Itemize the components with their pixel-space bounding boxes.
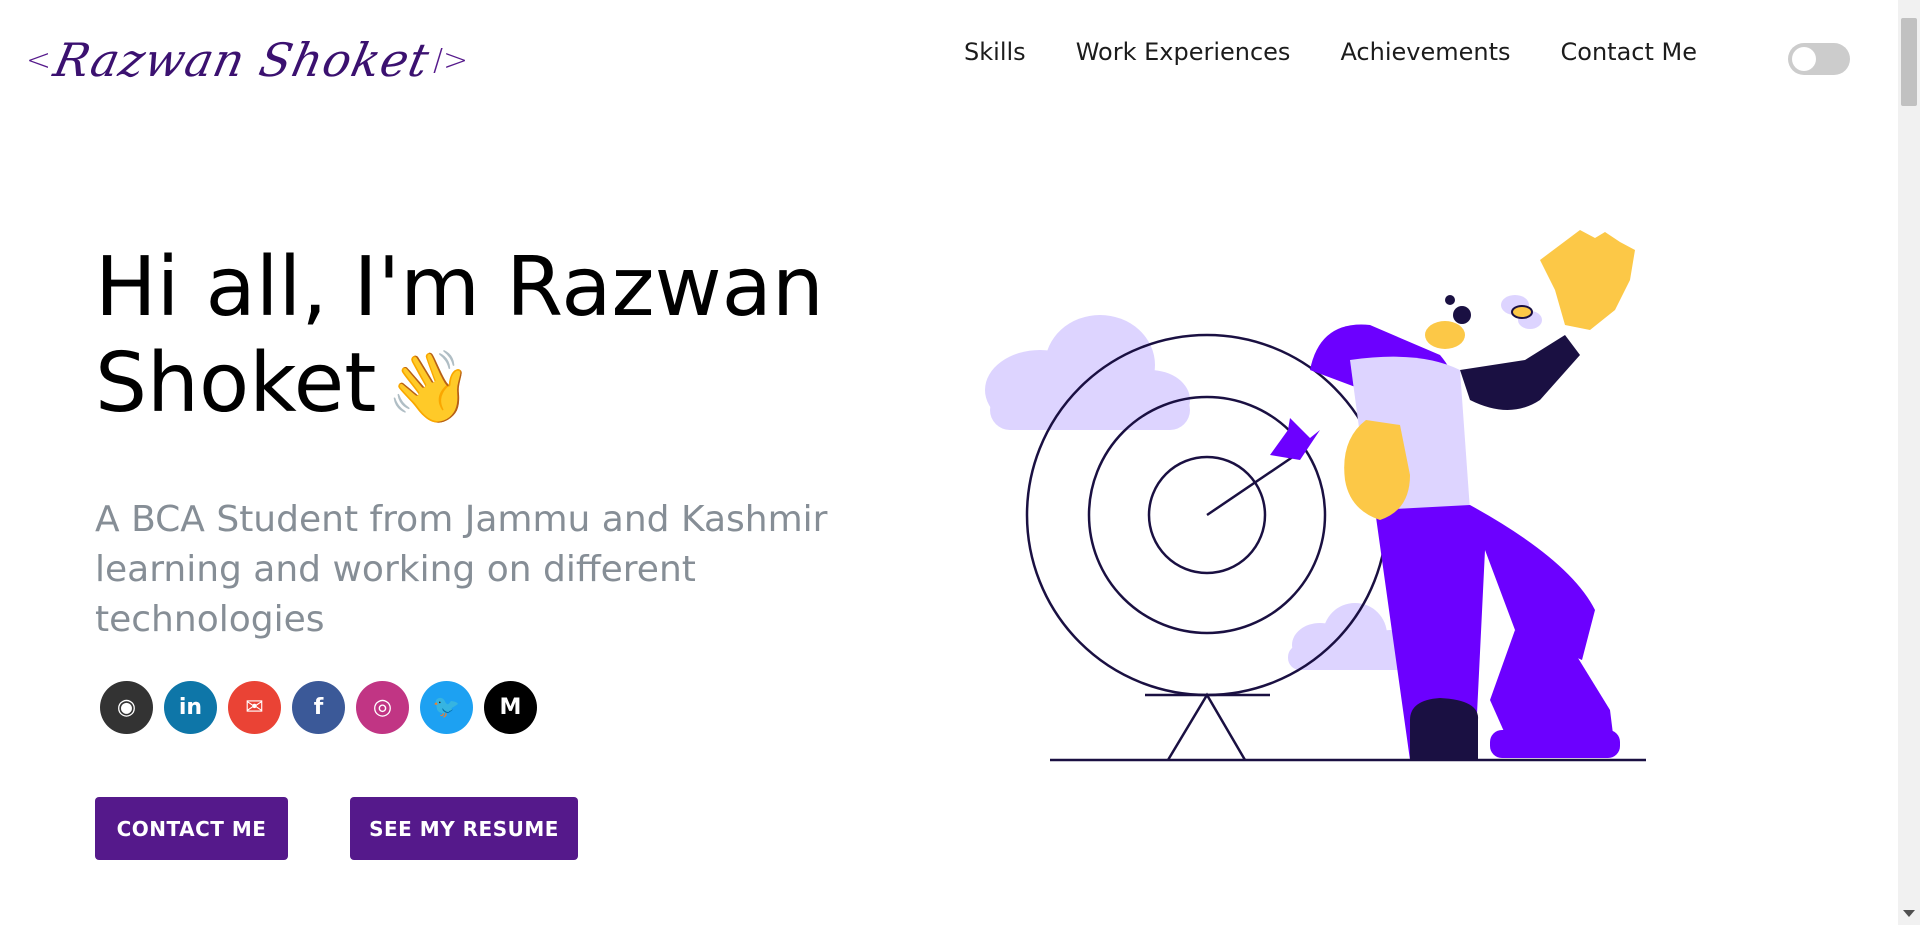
contact-me-button[interactable]: CONTACT ME (95, 797, 288, 860)
main-nav: Skills Work Experiences Achievements Con… (939, 38, 1722, 66)
page: < Razwan Shoket /> Skills Work Experienc… (0, 0, 1898, 925)
twitter-icon[interactable]: 🐦 (420, 681, 473, 734)
wave-emoji: 👋 (386, 346, 474, 428)
medium-icon[interactable]: M (484, 681, 537, 734)
logo-name: Razwan Shoket (49, 33, 435, 87)
page-scrollbar[interactable] (1898, 0, 1920, 925)
logo[interactable]: < Razwan Shoket /> (26, 30, 468, 90)
character (1310, 230, 1635, 760)
toggle-knob (1792, 47, 1816, 71)
hero-illustration (985, 230, 1646, 762)
github-icon[interactable]: ◉ (100, 681, 153, 734)
header: < Razwan Shoket /> Skills Work Experienc… (0, 0, 1898, 110)
scroll-down-arrow-icon[interactable] (1903, 910, 1915, 917)
greeting-title: Hi all, I'm Razwan Shoket 👋 (95, 240, 915, 435)
nav-item-work-experiences[interactable]: Work Experiences (1051, 38, 1316, 66)
nav-item-contact-me[interactable]: Contact Me (1536, 38, 1722, 66)
email-icon[interactable]: ✉ (228, 681, 281, 734)
facebook-icon[interactable]: f (292, 681, 345, 734)
scrollbar-thumb[interactable] (1901, 18, 1917, 106)
logo-open-bracket: < (26, 42, 52, 78)
nav-item-skills[interactable]: Skills (939, 38, 1051, 66)
greeting-subtitle: A BCA Student from Jammu and Kashmir lea… (95, 499, 828, 640)
nav-item-achievements[interactable]: Achievements (1315, 38, 1535, 66)
bee (1501, 295, 1542, 329)
cloud-large (985, 315, 1190, 430)
dark-mode-toggle[interactable] (1788, 43, 1850, 75)
social-links: ◉ in ✉ f ◎ 🐦 M (100, 681, 537, 734)
logo-close-bracket: /> (432, 42, 469, 78)
see-my-resume-button[interactable]: SEE MY RESUME (350, 797, 578, 860)
linkedin-icon[interactable]: in (164, 681, 217, 734)
instagram-icon[interactable]: ◎ (356, 681, 409, 734)
